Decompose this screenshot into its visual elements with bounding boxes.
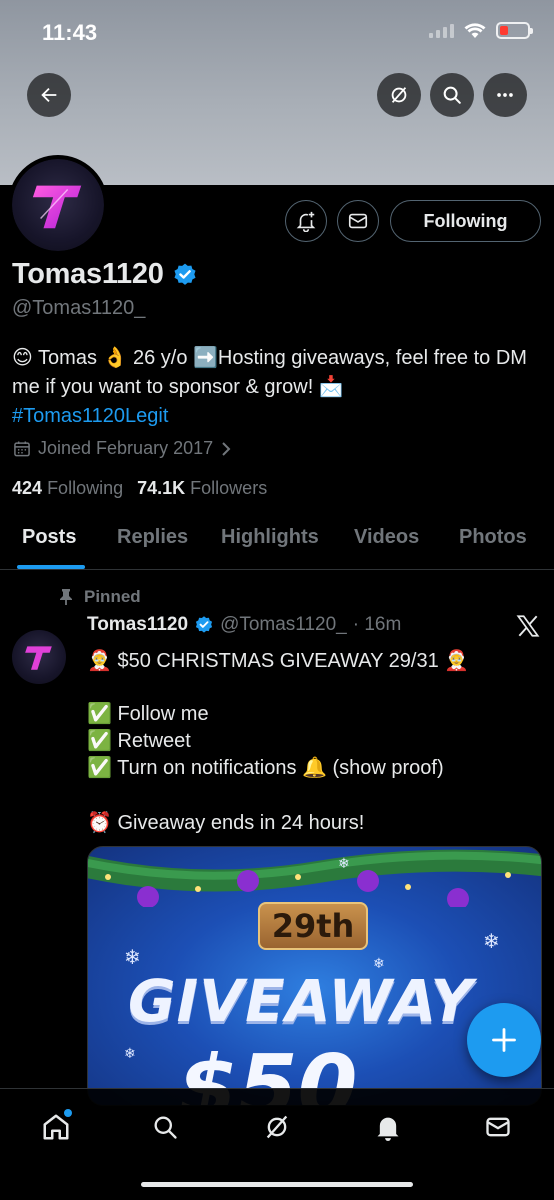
follow-stats: 424 Following 74.1K Followers bbox=[12, 478, 267, 499]
snowflake-icon: ❄ bbox=[338, 855, 350, 871]
nav-messages[interactable] bbox=[478, 1107, 518, 1147]
profile-avatar[interactable] bbox=[8, 155, 108, 255]
tweet-text-line: ✅ Retweet bbox=[87, 730, 191, 752]
home-indicator[interactable] bbox=[141, 1182, 413, 1187]
search-button[interactable] bbox=[430, 73, 474, 117]
message-button[interactable] bbox=[337, 200, 379, 242]
display-name: Tomas1120 bbox=[12, 258, 164, 290]
calendar-icon bbox=[14, 441, 30, 456]
notifications-toggle-button[interactable] bbox=[285, 200, 327, 242]
grok-button[interactable] bbox=[377, 73, 421, 117]
tab-replies[interactable]: Replies bbox=[117, 526, 188, 549]
bio-hashtag-link[interactable]: #Tomas1120Legit bbox=[12, 405, 168, 427]
plus-icon bbox=[492, 1028, 516, 1052]
tweet-text-line: ✅ Turn on notifications 🔔 (show proof) bbox=[87, 757, 444, 779]
avatar-logo-icon bbox=[25, 646, 52, 670]
tweet-time: · 16m bbox=[352, 614, 402, 635]
grok-icon bbox=[266, 1115, 288, 1139]
following-label: Following bbox=[47, 478, 124, 498]
tab-highlights[interactable]: Highlights bbox=[221, 526, 319, 549]
following-count: 424 bbox=[12, 478, 43, 498]
tweet-header: Tomas1120 @Tomas1120_ · 16m bbox=[87, 614, 401, 636]
followers-count: 74.1K bbox=[137, 478, 186, 498]
bio-text: 😊 Tomas 👌 26 y/o ➡️Hosting giveaways, fe… bbox=[12, 347, 527, 398]
nav-notifications[interactable] bbox=[368, 1107, 408, 1147]
tweet-text-line: ✅ Follow me bbox=[87, 703, 209, 725]
tweet-avatar[interactable] bbox=[12, 630, 66, 684]
status-icons bbox=[429, 22, 533, 39]
compose-button[interactable] bbox=[467, 1003, 541, 1077]
mail-icon bbox=[348, 213, 368, 229]
tab-videos[interactable]: Videos bbox=[354, 526, 419, 549]
verified-badge-icon[interactable] bbox=[172, 262, 198, 288]
tweet-media-image[interactable]: 29th ❄ ❄ ❄ ❄ ❄ GIVEAWAY $50 bbox=[87, 846, 542, 1106]
profile-tabs: Posts Replies Highlights Videos Photos bbox=[0, 510, 554, 570]
giveaway-day-badge: 29th bbox=[258, 902, 368, 950]
garland-graphic bbox=[88, 849, 541, 907]
bell-icon bbox=[377, 1117, 399, 1141]
tweet-author-name[interactable]: Tomas1120 bbox=[87, 614, 188, 636]
profile-bio: 😊 Tomas 👌 26 y/o ➡️Hosting giveaways, fe… bbox=[12, 344, 542, 431]
tweet-text-line: 🤶 $50 CHRISTMAS GIVEAWAY 29/31 🤶 bbox=[87, 650, 470, 672]
joined-date: Joined February 2017 bbox=[12, 438, 233, 459]
signal-icon bbox=[429, 23, 454, 38]
x-logo-icon[interactable] bbox=[515, 613, 541, 639]
pinned-text: Pinned bbox=[84, 587, 141, 606]
tweet-text-line: ⏰ Giveaway ends in 24 hours! bbox=[87, 812, 365, 834]
search-icon bbox=[154, 1116, 177, 1139]
snowflake-icon: ❄ bbox=[483, 931, 500, 953]
joined-text: Joined February 2017 bbox=[38, 438, 214, 458]
chevron-right-icon[interactable] bbox=[219, 440, 233, 458]
unread-dot bbox=[64, 1109, 72, 1117]
bell-plus-icon bbox=[296, 211, 316, 232]
status-bar: 11:43 bbox=[0, 0, 554, 66]
more-icon bbox=[497, 93, 513, 97]
arrow-left-icon bbox=[41, 87, 57, 103]
avatar-logo-icon bbox=[32, 185, 82, 229]
pin-icon bbox=[60, 589, 72, 605]
tab-photos[interactable]: Photos bbox=[459, 526, 527, 549]
tab-posts[interactable]: Posts bbox=[22, 526, 76, 549]
name-row: Tomas1120 bbox=[12, 258, 198, 291]
followers-stat[interactable]: 74.1K Followers bbox=[137, 478, 267, 499]
search-icon bbox=[443, 86, 461, 104]
tweet-author-handle[interactable]: @Tomas1120_ bbox=[220, 614, 347, 636]
battery-icon bbox=[496, 22, 533, 39]
pinned-label: Pinned bbox=[58, 587, 141, 607]
status-time: 11:43 bbox=[42, 20, 98, 45]
grok-icon bbox=[391, 87, 407, 103]
giveaway-headline: GIVEAWAY bbox=[128, 967, 474, 1035]
profile-handle: @Tomas1120_ bbox=[12, 297, 146, 319]
nav-grok[interactable] bbox=[257, 1107, 297, 1147]
nav-search[interactable] bbox=[145, 1107, 185, 1147]
mail-icon bbox=[486, 1117, 510, 1137]
nav-home[interactable] bbox=[36, 1107, 76, 1147]
back-button[interactable] bbox=[27, 73, 71, 117]
followers-label: Followers bbox=[190, 478, 268, 498]
following-stat[interactable]: 424 Following bbox=[12, 478, 123, 499]
wifi-icon bbox=[464, 22, 486, 38]
more-button[interactable] bbox=[483, 73, 527, 117]
active-tab-indicator bbox=[17, 565, 85, 569]
following-button[interactable]: Following bbox=[390, 200, 541, 242]
snowflake-icon: ❄ bbox=[124, 1045, 136, 1061]
verified-badge-icon bbox=[195, 616, 213, 633]
